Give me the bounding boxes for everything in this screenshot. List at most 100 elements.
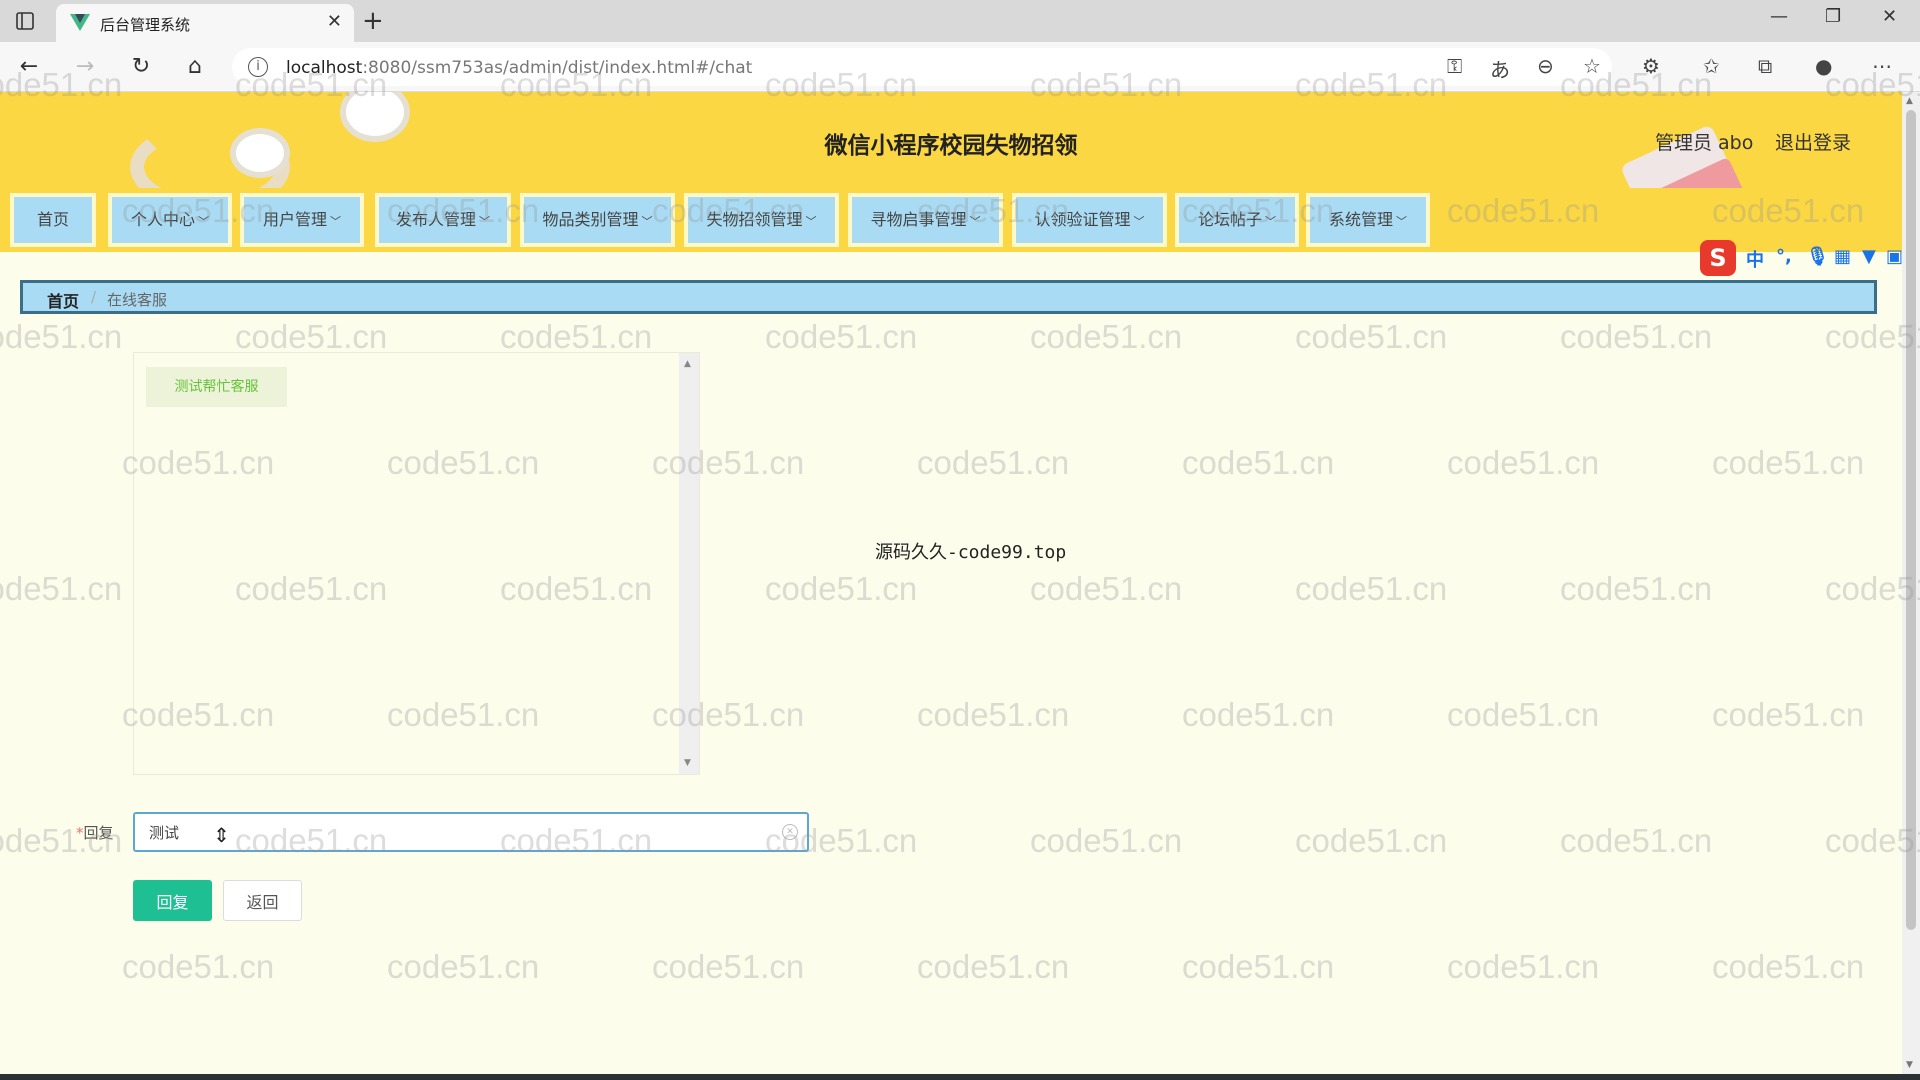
skin-icon[interactable]: ▼	[1862, 246, 1876, 267]
menu-item-home[interactable]: 首页	[10, 193, 96, 247]
site-info-icon[interactable]: i	[248, 57, 268, 77]
watermark-text: code51.cn	[122, 948, 275, 985]
menu-item-lost-notice-management[interactable]: 寻物启事管理 ﹀	[848, 193, 1003, 247]
top-menu: 首页 个人中心 ﹀ 用户管理 ﹀ 发布人管理 ﹀ 物品类别管理 ﹀ 失物招领管理 ﹀ 寻物…	[0, 188, 1902, 252]
breadcrumb-separator: /	[91, 288, 97, 306]
scroll-up-icon[interactable]: ▲	[1906, 96, 1913, 106]
watermark-text: code51.cn	[1295, 570, 1448, 607]
profile-icon[interactable]: ●	[1815, 54, 1832, 78]
watermark-text: code51.cn	[387, 948, 540, 985]
watermark-text: code51.cn	[1447, 696, 1600, 733]
ime-toolbar: S 中 °, 🎙 ▦ ▼ ▣	[1700, 240, 1903, 276]
keyboard-icon[interactable]: ▦	[1834, 246, 1851, 267]
menu-item-user-management[interactable]: 用户管理 ﹀	[240, 193, 364, 247]
menu-item-system-management[interactable]: 系统管理 ﹀	[1306, 193, 1430, 247]
zoom-icon[interactable]: ⊖	[1537, 54, 1554, 78]
tab-actions-icon[interactable]	[14, 10, 36, 32]
watermark-text: code51.cn	[917, 696, 1070, 733]
center-watermark: 源码久久-code99.top	[875, 542, 1067, 563]
watermark-text: code51.cn	[1295, 318, 1448, 355]
new-tab-icon[interactable]: +	[362, 6, 384, 36]
breadcrumb-home[interactable]: 首页	[47, 288, 79, 312]
toolbox-icon[interactable]: ▣	[1886, 246, 1903, 267]
watermark-text: code51.cn	[0, 570, 123, 607]
scroll-up-icon[interactable]: ▲	[684, 359, 691, 369]
back-icon[interactable]: ←	[14, 52, 44, 82]
ime-mode-toggle[interactable]: 中	[1746, 246, 1764, 272]
extensions-icon[interactable]: ⚙	[1642, 54, 1660, 78]
window-close-icon[interactable]: ✕	[1882, 6, 1897, 27]
site-header: 微信小程序校园失物招领 管理员 abo 退出登录	[0, 92, 1902, 188]
watermark-text: code51.cn	[1560, 822, 1713, 859]
sogou-logo-icon[interactable]: S	[1700, 240, 1736, 276]
browser-toolbar: ← → ↻ ⌂ i localhost:8080/ssm753as/admin/…	[0, 42, 1920, 92]
url-text: localhost:8080/ssm753as/admin/dist/index…	[286, 58, 753, 78]
reload-icon[interactable]: ↻	[126, 52, 156, 82]
menu-item-publisher-management[interactable]: 发布人管理 ﹀	[375, 193, 511, 247]
watermark-text: code51.cn	[1560, 318, 1713, 355]
chat-scrollbar[interactable]: ▲ ▼	[679, 353, 699, 774]
watermark-text: code51.cn	[1182, 696, 1335, 733]
watermark-text: code51.cn	[235, 318, 388, 355]
chevron-down-icon: ﹀	[330, 215, 341, 228]
watermark-text: code51.cn	[1030, 570, 1183, 607]
watermark-text: code51.cn	[1712, 948, 1865, 985]
scrollbar-thumb[interactable]	[1906, 110, 1916, 930]
chevron-down-icon: ﹀	[641, 215, 653, 228]
watermark-text: code51.cn	[0, 318, 123, 355]
add-favorite-icon[interactable]: ☆	[1583, 54, 1601, 78]
forward-icon[interactable]: →	[70, 52, 100, 82]
chevron-down-icon: ﹀	[805, 215, 817, 228]
scroll-down-icon[interactable]: ▼	[1906, 1060, 1913, 1070]
watermark-text: code51.cn	[1447, 948, 1600, 985]
watermark-text: code51.cn	[1560, 570, 1713, 607]
menu-item-forum-posts[interactable]: 论坛帖子 ﹀	[1175, 193, 1299, 247]
text-cursor-icon: ⇕	[213, 823, 230, 847]
key-icon[interactable]: ⚿	[1447, 54, 1462, 78]
watermark-text: code51.cn	[1182, 948, 1335, 985]
more-icon[interactable]: ⋯	[1872, 54, 1892, 78]
menu-item-category-management[interactable]: 物品类别管理 ﹀	[520, 193, 675, 247]
menu-item-lost-found-management[interactable]: 失物招领管理 ﹀	[684, 193, 839, 247]
punctuation-icon[interactable]: °,	[1776, 246, 1792, 267]
home-icon[interactable]: ⌂	[180, 52, 210, 82]
menu-item-personal-center[interactable]: 个人中心 ﹀	[108, 193, 232, 247]
chevron-down-icon: ﹀	[198, 215, 209, 228]
clear-input-icon[interactable]: ✕	[782, 824, 798, 840]
reply-input[interactable]	[133, 812, 809, 852]
site-title: 微信小程序校园失物招领	[824, 133, 1078, 159]
watermark-text: code51.cn	[917, 948, 1070, 985]
microphone-icon[interactable]: 🎙	[1806, 246, 1829, 267]
tab-close-icon[interactable]: ✕	[327, 11, 342, 32]
menu-item-claim-verification[interactable]: 认领验证管理 ﹀	[1012, 193, 1167, 247]
minimize-icon[interactable]: —	[1770, 6, 1788, 27]
browser-tab[interactable]: 后台管理系统 ✕	[56, 4, 354, 42]
breadcrumb-current: 在线客服	[107, 291, 168, 309]
collections-icon[interactable]: ⧉	[1758, 54, 1772, 78]
favorites-icon[interactable]: ✩	[1703, 54, 1720, 78]
chevron-down-icon: ﹀	[1133, 215, 1145, 228]
watermark-text: code51.cn	[765, 318, 918, 355]
back-button[interactable]: 返回	[223, 880, 302, 921]
page-scrollbar[interactable]: ▲ ▼	[1902, 92, 1920, 1074]
watermark-text: code51.cn	[1447, 444, 1600, 481]
watermark-text: code51.cn	[1295, 822, 1448, 859]
scroll-down-icon[interactable]: ▼	[684, 758, 691, 768]
restore-icon[interactable]: ❐	[1825, 6, 1841, 27]
translate-icon[interactable]: あ	[1490, 54, 1510, 83]
logout-link[interactable]: 退出登录	[1775, 128, 1851, 155]
vue-favicon-icon	[70, 14, 90, 31]
chevron-down-icon: ﹀	[1396, 215, 1407, 228]
reply-button[interactable]: 回复	[133, 880, 212, 921]
chevron-down-icon: ﹀	[1265, 215, 1276, 228]
chat-history[interactable]: 测试帮忙客服 ▲ ▼	[133, 352, 700, 775]
reply-label: *回复	[76, 824, 114, 842]
address-bar[interactable]: i localhost:8080/ssm753as/admin/dist/ind…	[232, 48, 1612, 86]
watermark-text: code51.cn	[500, 318, 653, 355]
breadcrumb: 首页 / 在线客服	[20, 280, 1877, 314]
watermark-text: code51.cn	[652, 948, 805, 985]
tab-title: 后台管理系统	[100, 16, 191, 34]
watermark-text: code51.cn	[1030, 822, 1183, 859]
watermark-text: code51.cn	[1712, 696, 1865, 733]
watermark-text: code51.cn	[1182, 444, 1335, 481]
